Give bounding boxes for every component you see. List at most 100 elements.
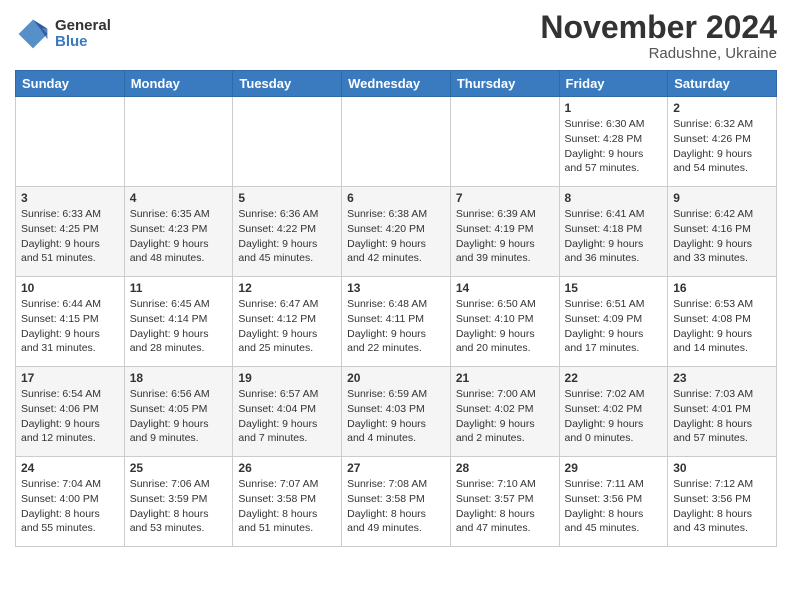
calendar-cell: 11 Sunrise: 6:45 AM Sunset: 4:14 PM Dayli… [124, 277, 233, 367]
day-info: Sunrise: 6:57 AM Sunset: 4:04 PM Dayligh… [238, 388, 318, 444]
day-info: Sunrise: 6:50 AM Sunset: 4:10 PM Dayligh… [456, 298, 536, 354]
weekday-header: Wednesday [342, 71, 451, 97]
day-info: Sunrise: 6:35 AM Sunset: 4:23 PM Dayligh… [130, 208, 210, 264]
calendar-cell: 30 Sunrise: 7:12 AM Sunset: 3:56 PM Dayli… [668, 457, 777, 547]
calendar-cell [233, 97, 342, 187]
calendar-cell: 25 Sunrise: 7:06 AM Sunset: 3:59 PM Dayli… [124, 457, 233, 547]
day-info: Sunrise: 6:44 AM Sunset: 4:15 PM Dayligh… [21, 298, 101, 354]
calendar-cell: 9 Sunrise: 6:42 AM Sunset: 4:16 PM Daylig… [668, 187, 777, 277]
day-number: 22 [565, 371, 663, 385]
day-number: 9 [673, 191, 771, 205]
calendar-cell: 3 Sunrise: 6:33 AM Sunset: 4:25 PM Daylig… [16, 187, 125, 277]
calendar-cell: 4 Sunrise: 6:35 AM Sunset: 4:23 PM Daylig… [124, 187, 233, 277]
header-row: SundayMondayTuesdayWednesdayThursdayFrid… [16, 71, 777, 97]
day-number: 28 [456, 461, 554, 475]
calendar-week-row: 10Sunrise: 6:44 AM Sunset: 4:15 PM Dayli… [16, 277, 777, 367]
weekday-header: Saturday [668, 71, 777, 97]
header: General Blue November 2024 Radushne, Ukr… [15, 10, 777, 62]
day-info: Sunrise: 6:54 AM Sunset: 4:06 PM Dayligh… [21, 388, 101, 444]
month-title: November 2024 [540, 10, 777, 45]
day-info: Sunrise: 6:53 AM Sunset: 4:08 PM Dayligh… [673, 298, 753, 354]
calendar: SundayMondayTuesdayWednesdayThursdayFrid… [15, 70, 777, 547]
day-number: 12 [238, 281, 336, 295]
calendar-cell: 13Sunrise: 6:48 AM Sunset: 4:11 PM Dayli… [342, 277, 451, 367]
day-info: Sunrise: 6:59 AM Sunset: 4:03 PM Dayligh… [347, 388, 427, 444]
day-number: 15 [565, 281, 663, 295]
calendar-cell: 29Sunrise: 7:11 AM Sunset: 3:56 PM Dayli… [559, 457, 668, 547]
day-number: 11 [130, 281, 228, 295]
day-number: 3 [21, 191, 119, 205]
day-info: Sunrise: 7:02 AM Sunset: 4:02 PM Dayligh… [565, 388, 645, 444]
logo-icon [15, 16, 51, 52]
calendar-cell: 28Sunrise: 7:10 AM Sunset: 3:57 PM Dayli… [450, 457, 559, 547]
day-info: Sunrise: 7:06 AM Sunset: 3:59 PM Dayligh… [130, 478, 210, 534]
day-info: Sunrise: 6:45 AM Sunset: 4:14 PM Dayligh… [130, 298, 210, 354]
logo-blue: Blue [55, 34, 111, 51]
calendar-cell [16, 97, 125, 187]
day-number: 23 [673, 371, 771, 385]
calendar-week-row: 3 Sunrise: 6:33 AM Sunset: 4:25 PM Daylig… [16, 187, 777, 277]
day-number: 5 [238, 191, 336, 205]
calendar-cell: 20 Sunrise: 6:59 AM Sunset: 4:03 PM Dayli… [342, 367, 451, 457]
calendar-week-row: 1 Sunrise: 6:30 AM Sunset: 4:28 PM Daylig… [16, 97, 777, 187]
day-info: Sunrise: 6:47 AM Sunset: 4:12 PM Dayligh… [238, 298, 318, 354]
calendar-cell: 24Sunrise: 7:04 AM Sunset: 4:00 PM Dayli… [16, 457, 125, 547]
day-info: Sunrise: 6:41 AM Sunset: 4:18 PM Dayligh… [565, 208, 645, 264]
day-number: 25 [130, 461, 228, 475]
day-info: Sunrise: 7:11 AM Sunset: 3:56 PM Dayligh… [565, 478, 644, 534]
calendar-cell: 19Sunrise: 6:57 AM Sunset: 4:04 PM Dayli… [233, 367, 342, 457]
day-info: Sunrise: 6:38 AM Sunset: 4:20 PM Dayligh… [347, 208, 427, 264]
day-info: Sunrise: 7:12 AM Sunset: 3:56 PM Dayligh… [673, 478, 753, 534]
logo: General Blue [15, 16, 111, 52]
day-number: 30 [673, 461, 771, 475]
weekday-header: Sunday [16, 71, 125, 97]
day-number: 20 [347, 371, 445, 385]
day-info: Sunrise: 6:51 AM Sunset: 4:09 PM Dayligh… [565, 298, 645, 354]
calendar-cell: 23 Sunrise: 7:03 AM Sunset: 4:01 PM Dayli… [668, 367, 777, 457]
logo-general: General [55, 18, 111, 35]
day-number: 17 [21, 371, 119, 385]
calendar-cell: 10Sunrise: 6:44 AM Sunset: 4:15 PM Dayli… [16, 277, 125, 367]
day-number: 4 [130, 191, 228, 205]
calendar-week-row: 17 Sunrise: 6:54 AM Sunset: 4:06 PM Dayli… [16, 367, 777, 457]
title-section: November 2024 Radushne, Ukraine [540, 10, 777, 62]
calendar-cell: 21 Sunrise: 7:00 AM Sunset: 4:02 PM Dayli… [450, 367, 559, 457]
calendar-cell: 1 Sunrise: 6:30 AM Sunset: 4:28 PM Daylig… [559, 97, 668, 187]
day-info: Sunrise: 7:07 AM Sunset: 3:58 PM Dayligh… [238, 478, 318, 534]
weekday-header: Tuesday [233, 71, 342, 97]
calendar-cell: 12 Sunrise: 6:47 AM Sunset: 4:12 PM Dayli… [233, 277, 342, 367]
weekday-header: Thursday [450, 71, 559, 97]
day-number: 14 [456, 281, 554, 295]
page: General Blue November 2024 Radushne, Ukr… [0, 0, 792, 562]
day-info: Sunrise: 6:30 AM Sunset: 4:28 PM Dayligh… [565, 118, 645, 174]
calendar-cell: 7Sunrise: 6:39 AM Sunset: 4:19 PM Daylig… [450, 187, 559, 277]
calendar-cell: 26 Sunrise: 7:07 AM Sunset: 3:58 PM Dayli… [233, 457, 342, 547]
day-number: 1 [565, 101, 663, 115]
day-info: Sunrise: 7:03 AM Sunset: 4:01 PM Dayligh… [673, 388, 753, 444]
calendar-cell: 22 Sunrise: 7:02 AM Sunset: 4:02 PM Dayli… [559, 367, 668, 457]
day-number: 27 [347, 461, 445, 475]
day-info: Sunrise: 6:48 AM Sunset: 4:11 PM Dayligh… [347, 298, 427, 354]
location: Radushne, Ukraine [540, 45, 777, 62]
day-number: 21 [456, 371, 554, 385]
calendar-cell: 5 Sunrise: 6:36 AM Sunset: 4:22 PM Daylig… [233, 187, 342, 277]
day-info: Sunrise: 7:04 AM Sunset: 4:00 PM Dayligh… [21, 478, 101, 534]
day-number: 8 [565, 191, 663, 205]
calendar-cell: 14 Sunrise: 6:50 AM Sunset: 4:10 PM Dayli… [450, 277, 559, 367]
day-number: 6 [347, 191, 445, 205]
calendar-week-row: 24Sunrise: 7:04 AM Sunset: 4:00 PM Dayli… [16, 457, 777, 547]
day-info: Sunrise: 6:33 AM Sunset: 4:25 PM Dayligh… [21, 208, 101, 264]
day-number: 18 [130, 371, 228, 385]
calendar-cell: 16Sunrise: 6:53 AM Sunset: 4:08 PM Dayli… [668, 277, 777, 367]
day-info: Sunrise: 6:42 AM Sunset: 4:16 PM Dayligh… [673, 208, 753, 264]
calendar-cell: 15 Sunrise: 6:51 AM Sunset: 4:09 PM Dayli… [559, 277, 668, 367]
day-number: 2 [673, 101, 771, 115]
day-number: 26 [238, 461, 336, 475]
calendar-cell: 8 Sunrise: 6:41 AM Sunset: 4:18 PM Daylig… [559, 187, 668, 277]
day-info: Sunrise: 7:00 AM Sunset: 4:02 PM Dayligh… [456, 388, 536, 444]
day-info: Sunrise: 6:36 AM Sunset: 4:22 PM Dayligh… [238, 208, 318, 264]
day-number: 7 [456, 191, 554, 205]
day-info: Sunrise: 7:08 AM Sunset: 3:58 PM Dayligh… [347, 478, 427, 534]
calendar-cell: 27 Sunrise: 7:08 AM Sunset: 3:58 PM Dayli… [342, 457, 451, 547]
calendar-cell: 6 Sunrise: 6:38 AM Sunset: 4:20 PM Daylig… [342, 187, 451, 277]
